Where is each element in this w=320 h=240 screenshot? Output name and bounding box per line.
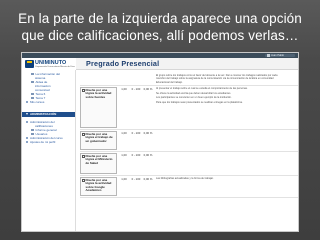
admin-item[interactable]: Ajustes de mi perfil xyxy=(22,140,75,144)
left-sidebar: La información del sistema Aldea de informa… xyxy=(22,70,76,231)
page-icon xyxy=(31,96,34,100)
page-icon xyxy=(31,128,34,132)
main-content: El grupo sobre los trabajos como el favo… xyxy=(76,70,298,231)
grade-value: 1,00 xyxy=(121,130,127,135)
page-icon xyxy=(31,80,34,84)
bullet-icon xyxy=(26,121,28,123)
grade-item[interactable]: Diseñe por una lógica la actividad sobre… xyxy=(80,176,117,196)
bullet-icon xyxy=(26,141,28,143)
grade-item-row: Diseñe por una lógica la actividad sobre… xyxy=(80,86,298,130)
description-paragraph: Las bibliografías actualizadas y la form… xyxy=(156,176,214,180)
grade-item[interactable]: Diseñe por una lógica el Ministerio de S… xyxy=(80,152,117,174)
grade-item-title: Diseñe por una lógica el trabajo de un g… xyxy=(85,131,113,143)
slide-caption: En la parte de la izquierda aparece una … xyxy=(18,11,302,43)
checkbox[interactable] xyxy=(82,133,85,136)
page-icon xyxy=(31,92,34,96)
description-paragraph: Se ofrece la actividad escrita que deben… xyxy=(156,91,232,95)
site-logo[interactable]: UNIMINUTO Corporación Universitaria Minu… xyxy=(22,58,76,70)
grade-description: Al presentar el trabajo sobre el cual se… xyxy=(154,86,286,129)
user-name: Juan Pablo xyxy=(271,54,284,57)
grade-item[interactable]: Diseñe por una lógica el trabajo de un g… xyxy=(80,130,117,150)
description-paragraph: Al presentar el trabajo sobre el cual se… xyxy=(156,86,248,90)
page-icon xyxy=(31,72,34,76)
grade-value: 0 - 100 xyxy=(131,152,141,157)
sidebar-item[interactable]: Mis cursos xyxy=(22,100,75,104)
grade-value: 1,00 xyxy=(121,176,127,181)
grade-item-title: Diseñe por una lógica la actividad sobre… xyxy=(85,177,112,193)
user-menu[interactable]: Juan Pablo xyxy=(265,54,295,57)
grade-item[interactable]: Diseñe por una lógica la actividad sobre… xyxy=(80,86,117,128)
grade-value: 0,00 % xyxy=(143,152,153,157)
grade-value: 0 - 100 xyxy=(131,130,141,135)
grade-description: Las bibliografías actualizadas y la form… xyxy=(154,176,286,197)
user-avatar-icon xyxy=(267,54,270,57)
grade-description xyxy=(154,152,286,175)
checkbox[interactable] xyxy=(82,179,85,182)
page-title: Pregrado Presencial xyxy=(86,59,160,68)
caret-down-icon xyxy=(26,113,28,116)
administration-header-label: ADMINISTRACIÓN xyxy=(30,112,57,116)
checkbox[interactable] xyxy=(82,155,85,158)
grade-value: 0,00 % xyxy=(143,86,153,91)
page-icon xyxy=(31,132,34,136)
grade-value: 1,00 xyxy=(121,152,127,157)
grade-item-row: Diseñe por una lógica la actividad sobre… xyxy=(80,176,298,198)
grade-value: 0,00 % xyxy=(143,130,153,135)
grade-value: 0,00 % xyxy=(143,176,153,181)
grade-description xyxy=(154,130,286,151)
grade-value: 1,00 xyxy=(121,86,127,91)
brand-subtitle: Corporación Universitaria Minuto de Dios xyxy=(35,65,75,68)
logo-mark-icon xyxy=(25,60,34,68)
intro-paragraph: El grupo sobre los trabajos como el favo… xyxy=(156,74,278,84)
description-paragraph: Para que los trabajos sean presentados s… xyxy=(156,101,243,105)
grade-item-title: Diseñe por una lógica el Ministerio de S… xyxy=(85,153,113,165)
description-paragraph: Los participantes se convierten en un bu… xyxy=(156,96,232,100)
grade-value: 0 - 100 xyxy=(131,86,141,91)
bullet-icon xyxy=(26,101,28,103)
page-banner: Pregrado Presencial xyxy=(76,58,298,70)
moodle-screenshot: Juan Pablo UNIMINUTO Corporación Univers… xyxy=(21,52,299,232)
bullet-icon xyxy=(26,137,28,139)
grade-value: 0 - 100 xyxy=(131,176,141,181)
checkbox[interactable] xyxy=(82,89,85,92)
grade-item-row: Diseñe por una lógica el Ministerio de S… xyxy=(80,152,298,176)
admin-item-label: Ajustes de mi perfil xyxy=(30,140,56,144)
intro-row: El grupo sobre los trabajos como el favo… xyxy=(80,73,298,86)
sidebar-item-label: Mis cursos xyxy=(30,100,45,104)
grade-item-row: Diseñe por una lógica el trabajo de un g… xyxy=(80,130,298,152)
header-row: UNIMINUTO Corporación Universitaria Minu… xyxy=(22,58,298,70)
grade-item-title: Diseñe por una lógica la actividad sobre… xyxy=(85,87,112,99)
